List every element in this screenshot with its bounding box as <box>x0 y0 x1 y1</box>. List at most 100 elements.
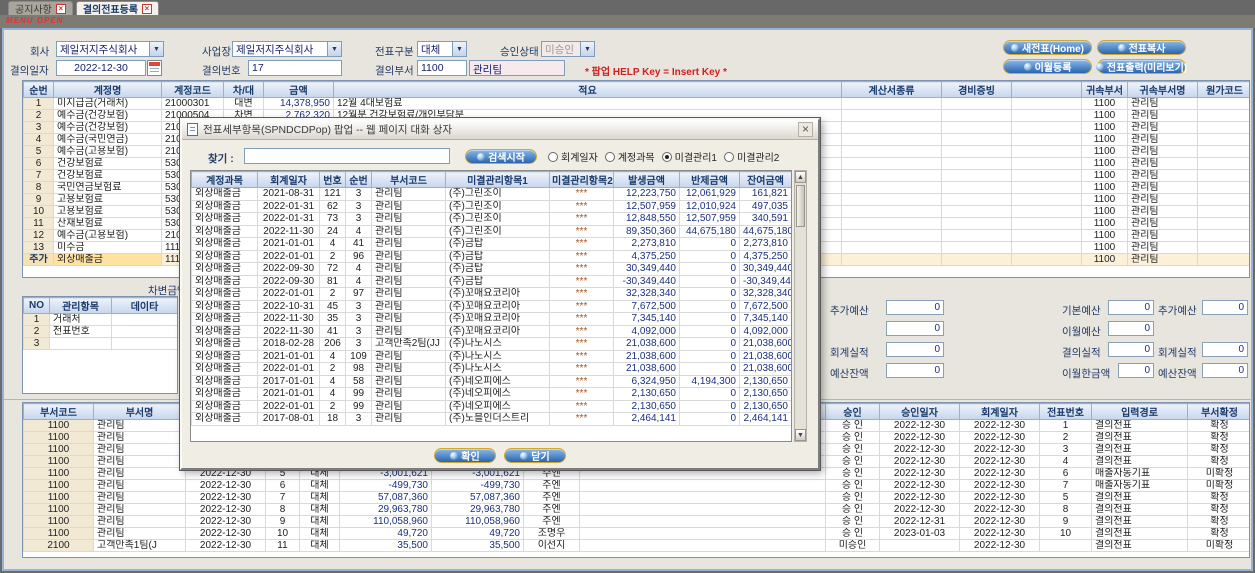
open-item-row[interactable]: 외상매출금 2022-11-30 41 3 관리팀 (주)꼬매요코리아 *** 4,092,0… <box>191 324 791 338</box>
voucher-list-row[interactable]: 2100 고객만족1팀(J 2022-12-30 11 대체 35,500 35,500 이선… <box>23 539 1249 552</box>
open-item-row[interactable]: 외상매출금 2022-09-30 72 4 관리팀 (주)금탑 *** 30,349,440 0… <box>191 262 791 276</box>
cell <box>1197 241 1249 254</box>
open-item-row[interactable]: 외상매출금 2022-11-30 35 3 관리팀 (주)꼬매요코리아 *** 7,345,1… <box>191 312 791 326</box>
cell: 외상매출금 <box>191 199 258 213</box>
cell: 확정 <box>1187 419 1249 432</box>
open-item-row[interactable]: 외상매출금 2022-09-30 81 4 관리팀 (주)금탑 *** -30,349,440… <box>191 274 791 288</box>
cell: 외상매출금 <box>191 287 258 301</box>
scroll-up-icon[interactable]: ▲ <box>795 171 806 183</box>
cell: 4 <box>319 237 346 251</box>
copy-voucher-button[interactable]: 전표복사 <box>1097 40 1186 55</box>
open-item-row[interactable]: 외상매출금 2017-08-01 18 3 관리팀 (주)노블인더스트리 *** 2,464,… <box>191 412 791 426</box>
management-item-row[interactable]: 3 <box>23 337 177 350</box>
radio-open-item-2[interactable]: 미결관리2 <box>724 149 779 164</box>
open-item-row[interactable]: 외상매출금 2022-01-01 2 99 관리팀 (주)네오피에스 *** 2,130,65… <box>191 399 791 413</box>
cell <box>1011 181 1082 194</box>
dropdown-arrow-icon[interactable]: ▼ <box>452 42 466 56</box>
resolution-no-input[interactable]: 17 <box>248 60 342 76</box>
cell: 4 <box>1039 455 1092 468</box>
open-item-row[interactable]: 외상매출금 2022-01-31 73 3 관리팀 (주)그린조이 *** 12,848,55… <box>191 212 791 226</box>
open-item-row[interactable]: 외상매출금 2021-01-01 4 109 관리팀 (주)나노시스 *** 21,038,6… <box>191 349 791 363</box>
tab-notice[interactable]: 공지사항 × <box>8 1 73 16</box>
ok-button[interactable]: 확인 <box>434 448 496 463</box>
cell: 21,038,600 <box>613 349 680 363</box>
open-item-row[interactable]: 외상매출금 2021-01-01 4 41 관리팀 (주)금탑 *** 2,273,810 0 2… <box>191 237 791 251</box>
open-item-row[interactable]: 외상매출금 2022-11-30 24 4 관리팀 (주)그린조이 *** 89,350,36… <box>191 224 791 238</box>
cell: 관리팀 <box>1127 133 1198 146</box>
tab-voucher-entry[interactable]: 결의전표등록 × <box>75 1 160 16</box>
cell: 1100 <box>23 443 94 456</box>
voucher-list-row[interactable]: 1100 관리팀 2022-12-30 8 대체 29,963,780 29,963,780… <box>23 503 1249 516</box>
new-voucher-button[interactable]: 새전표(Home) <box>1003 40 1092 55</box>
cell: 관리팀 <box>371 262 446 276</box>
resolution-date-input[interactable]: 2022-12-30 <box>56 60 146 76</box>
cell <box>841 253 942 266</box>
print-preview-button[interactable]: 전표출력(미리보기) <box>1095 59 1187 74</box>
voucher-list-row[interactable]: 1100 관리팀 2022-12-30 9 대체 110,058,960 110,058,9… <box>23 515 1249 528</box>
cell: 승 인 <box>825 503 880 516</box>
open-item-row[interactable]: 외상매출금 2022-01-31 62 3 관리팀 (주)그린조이 *** 12,507,95… <box>191 199 791 213</box>
calendar-icon[interactable] <box>147 60 162 76</box>
open-item-row[interactable]: 외상매출금 2022-10-31 45 3 관리팀 (주)꼬매요코리아 *** 7,672,5… <box>191 299 791 313</box>
close-button[interactable]: 닫기 <box>504 448 566 463</box>
carryover-register-button[interactable]: 이월등록 <box>1003 59 1092 74</box>
approval-status-select[interactable]: 미승인 ▼ <box>541 41 595 57</box>
cell: 2021-08-31 <box>257 187 320 201</box>
column-header: 발생금액 <box>613 171 680 188</box>
search-input[interactable] <box>244 148 450 164</box>
dropdown-arrow-icon[interactable]: ▼ <box>327 42 341 56</box>
voucher-list-row[interactable]: 1100 관리팀 2022-12-30 7 대체 57,087,360 57,087,360… <box>23 491 1249 504</box>
company-select[interactable]: 제일저지주식회사 ▼ <box>56 41 164 57</box>
slip-type-select[interactable]: 대체 ▼ <box>417 41 467 57</box>
voucher-list-row[interactable]: 1100 관리팀 2022-12-30 6 대체 -499,730 -499,730 주엔 승 … <box>23 479 1249 492</box>
management-item-row[interactable]: 2 전표번호 <box>23 325 177 338</box>
menu-open-label[interactable]: MENU OPEN <box>6 16 63 25</box>
dropdown-arrow-icon[interactable]: ▼ <box>149 42 163 56</box>
cell <box>841 109 942 122</box>
open-item-row[interactable]: 외상매출금 2018-02-28 206 3 고객만족2팀(JJ (주)나노시스 *** 21… <box>191 337 791 351</box>
cell: 미지급금(거래처) <box>53 97 162 110</box>
cell: 99 <box>345 387 372 401</box>
cell: 6 <box>265 479 300 492</box>
column-header: 번호 <box>319 171 346 188</box>
scroll-down-icon[interactable]: ▼ <box>795 429 806 441</box>
site-select[interactable]: 제일저지주식회사 ▼ <box>232 41 342 57</box>
management-items-grid: NO 관리항목 데이타 1 거래처 2 전표번호 3 <box>22 296 178 394</box>
cell: 18 <box>319 412 346 426</box>
cell: 외상매출금 <box>191 374 258 388</box>
voucher-line-row[interactable]: 1 미지급금(거래처) 21000301 대변 14,378,950 12월 4대보험료 1… <box>23 97 1249 110</box>
voucher-list-row[interactable]: 1100 관리팀 2022-12-30 10 대체 49,720 49,720 조명우 승 인2… <box>23 527 1249 540</box>
resolution-dept-code-input[interactable]: 1100 <box>417 60 467 76</box>
menu-strip: MENU OPEN <box>0 15 1255 28</box>
cell: 2022-12-30 <box>879 479 960 492</box>
popup-title-bar[interactable]: 전표세부항목(SPNDCDPop) 팝업 -- 웹 페이지 대화 상자 × <box>182 120 818 140</box>
cell: 35 <box>319 312 346 326</box>
scrollbar-thumb[interactable] <box>796 185 805 227</box>
close-tab-icon[interactable]: × <box>142 3 153 14</box>
open-item-row[interactable]: 외상매출금 2017-01-01 4 58 관리팀 (주)네오피에스 *** 6,324,95… <box>191 374 791 388</box>
cell: 관리팀 <box>1127 253 1198 266</box>
vertical-scrollbar[interactable]: ▲ ▼ <box>794 170 807 442</box>
search-start-button[interactable]: 검색시작 <box>465 149 537 164</box>
grid-header-row: 순번 계정명 계정코드 차/대 금액 적요 계산서종류 경비증빙 귀속부서 귀속부서명 원가코드 <box>23 81 1249 98</box>
radio-open-item-1[interactable]: 미결관리1 <box>661 149 717 164</box>
open-item-row[interactable]: 외상매출금 2022-01-01 2 98 관리팀 (주)나노시스 *** 21,038,60… <box>191 362 791 376</box>
cell: 2017-01-01 <box>257 374 320 388</box>
close-tab-icon[interactable]: × <box>55 3 66 14</box>
cell: (주)꼬매요코리아 <box>445 312 550 326</box>
cell: 1100 <box>1081 241 1128 254</box>
open-item-row[interactable]: 외상매출금 2021-08-31 121 3 관리팀 (주)그린조이 *** 12,223,7… <box>191 187 791 201</box>
cell <box>1011 205 1082 218</box>
cell: 4,194,300 <box>679 374 740 388</box>
cell <box>1197 193 1249 206</box>
cell: 10 <box>1039 527 1092 540</box>
close-icon[interactable]: × <box>798 122 813 137</box>
management-item-row[interactable]: 1 거래처 <box>23 313 177 326</box>
open-item-row[interactable]: 외상매출금 2021-01-01 4 99 관리팀 (주)네오피에스 *** 2,130,65… <box>191 387 791 401</box>
cell: 관리팀 <box>93 419 186 432</box>
radio-accounting-date[interactable]: 회계일자 <box>548 149 598 164</box>
open-item-row[interactable]: 외상매출금 2022-01-01 2 96 관리팀 (주)금탑 *** 4,375,250 0 4… <box>191 249 791 263</box>
radio-account[interactable]: 계정과목 <box>604 149 655 164</box>
open-item-row[interactable]: 외상매출금 2022-01-01 2 97 관리팀 (주)꼬매요코리아 *** 32,328,… <box>191 287 791 301</box>
cell: 승 인 <box>825 431 880 444</box>
